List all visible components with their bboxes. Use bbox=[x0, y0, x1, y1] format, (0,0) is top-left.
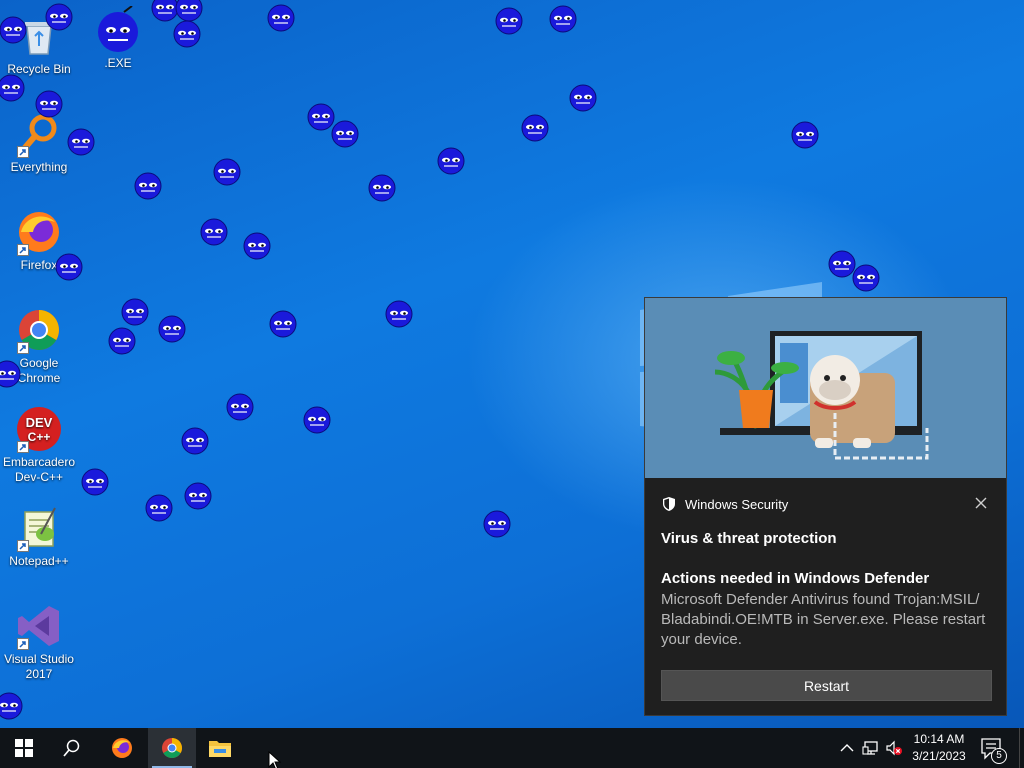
malware-blob-icon bbox=[158, 315, 186, 343]
restart-button[interactable]: Restart bbox=[661, 670, 992, 701]
exe-blob-icon bbox=[94, 5, 142, 54]
malware-blob-icon bbox=[243, 232, 271, 260]
malware-blob-icon bbox=[0, 74, 25, 102]
shortcut-arrow-icon bbox=[17, 540, 29, 552]
malware-blob-icon bbox=[269, 310, 297, 338]
malware-blob-icon bbox=[791, 121, 819, 149]
toast-app-name: Windows Security bbox=[685, 496, 789, 512]
toast-body: Microsoft Defender Antivirus found Troja… bbox=[661, 591, 986, 648]
malware-blob-icon bbox=[145, 494, 173, 522]
malware-blob-icon bbox=[0, 16, 27, 44]
desktop-icon-exe[interactable]: .EXE bbox=[80, 5, 156, 71]
desktop-icon-devcpp[interactable]: DEV C++ Embarcadero Dev-C++ bbox=[1, 405, 77, 485]
clock-time: 10:14 AM bbox=[913, 732, 965, 746]
malware-blob-icon bbox=[226, 393, 254, 421]
malware-blob-icon bbox=[0, 692, 23, 720]
network-icon[interactable] bbox=[862, 739, 880, 757]
malware-blob-icon bbox=[331, 120, 359, 148]
malware-blob-icon bbox=[495, 7, 523, 35]
visual-studio-icon bbox=[15, 602, 63, 650]
devcpp-label: Embarcadero Dev-C++ bbox=[2, 455, 76, 484]
shortcut-arrow-icon bbox=[17, 441, 29, 453]
malware-blob-icon bbox=[121, 298, 149, 326]
toast-title: Virus & threat protection bbox=[661, 530, 837, 547]
taskbar-chrome-button[interactable] bbox=[148, 728, 196, 768]
everything-label: Everything bbox=[10, 160, 68, 174]
show-desktop-button[interactable] bbox=[1019, 728, 1024, 768]
malware-blob-icon bbox=[385, 300, 413, 328]
taskbar: 10:14 AM 3/21/2023 5 bbox=[0, 728, 1024, 768]
shortcut-arrow-icon bbox=[17, 244, 29, 256]
taskbar-file-explorer-button[interactable] bbox=[196, 728, 244, 768]
devcpp-icon: DEV C++ bbox=[15, 405, 63, 453]
shortcut-arrow-icon bbox=[17, 638, 29, 650]
malware-blob-icon bbox=[437, 147, 465, 175]
malware-blob-icon bbox=[521, 114, 549, 142]
notification-count-badge: 5 bbox=[991, 748, 1007, 764]
google-chrome-label: Google Chrome bbox=[17, 356, 61, 385]
malware-blob-icon bbox=[303, 406, 331, 434]
firefox-label: Firefox bbox=[20, 258, 58, 272]
malware-blob-icon bbox=[267, 4, 295, 32]
malware-blob-icon bbox=[173, 20, 201, 48]
windows-security-toast[interactable]: Windows Security Virus & threat protecti… bbox=[644, 297, 1007, 716]
chevron-up-icon[interactable] bbox=[838, 739, 856, 757]
visual-studio-label: Visual Studio 2017 bbox=[4, 652, 74, 681]
start-button[interactable] bbox=[0, 728, 48, 768]
firefox-icon bbox=[112, 738, 132, 758]
malware-blob-icon bbox=[55, 253, 83, 281]
malware-blob-icon bbox=[181, 427, 209, 455]
toast-header: Windows Security bbox=[661, 496, 788, 512]
notepadpp-icon bbox=[15, 504, 63, 552]
malware-blob-icon bbox=[852, 264, 880, 292]
firefox-icon bbox=[15, 208, 63, 256]
malware-blob-icon bbox=[483, 510, 511, 538]
devcpp-badge-line2: C++ bbox=[28, 430, 51, 444]
clock[interactable]: 10:14 AM 3/21/2023 bbox=[904, 731, 974, 765]
malware-blob-icon bbox=[368, 174, 396, 202]
toast-subtitle: Actions needed in Windows Defender bbox=[661, 570, 930, 587]
clock-date: 3/21/2023 bbox=[912, 749, 966, 763]
malware-blob-icon bbox=[35, 90, 63, 118]
shortcut-arrow-icon bbox=[17, 146, 29, 158]
taskbar-firefox-button[interactable] bbox=[98, 728, 146, 768]
desktop: Recycle Bin .EXE Everything Firefox Goog… bbox=[0, 0, 1024, 728]
close-icon[interactable] bbox=[974, 496, 988, 510]
notepadpp-label: Notepad++ bbox=[9, 554, 69, 568]
malware-blob-icon bbox=[45, 3, 73, 31]
malware-blob-icon bbox=[213, 158, 241, 186]
search-button[interactable] bbox=[48, 728, 96, 768]
volume-muted-icon[interactable] bbox=[885, 739, 903, 757]
search-icon bbox=[63, 739, 80, 757]
file-explorer-icon bbox=[209, 741, 231, 757]
chrome-icon bbox=[15, 306, 63, 354]
start-icon bbox=[15, 739, 33, 757]
malware-blob-icon bbox=[108, 327, 136, 355]
malware-blob-icon bbox=[81, 468, 109, 496]
malware-blob-icon bbox=[569, 84, 597, 112]
devcpp-badge-line1: DEV bbox=[26, 415, 53, 430]
toast-hero-image bbox=[645, 298, 1006, 478]
malware-blob-icon bbox=[549, 5, 577, 33]
exe-label: .EXE bbox=[104, 56, 132, 70]
shortcut-arrow-icon bbox=[17, 342, 29, 354]
malware-blob-icon bbox=[67, 128, 95, 156]
shield-icon bbox=[663, 497, 675, 511]
desktop-icon-notepadpp[interactable]: Notepad++ bbox=[1, 504, 77, 569]
malware-blob-icon bbox=[184, 482, 212, 510]
malware-blob-icon bbox=[200, 218, 228, 246]
mouse-cursor-icon bbox=[268, 751, 282, 768]
malware-blob-icon bbox=[134, 172, 162, 200]
malware-blob-icon bbox=[0, 360, 21, 388]
desktop-icon-visual-studio[interactable]: Visual Studio 2017 bbox=[1, 602, 77, 682]
chrome-icon bbox=[162, 738, 182, 758]
